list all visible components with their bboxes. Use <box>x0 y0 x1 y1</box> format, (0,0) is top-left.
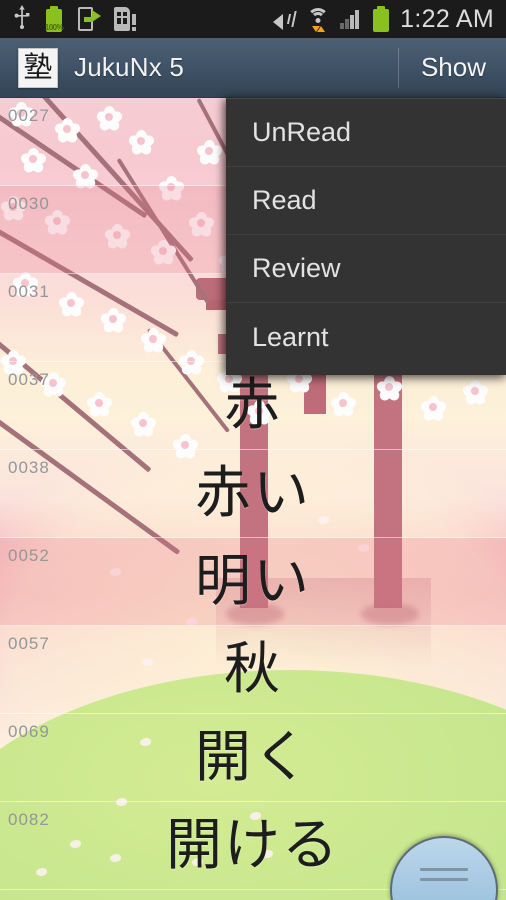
list-item[interactable]: 0069 開く <box>0 714 506 802</box>
list-item-id: 0030 <box>8 194 50 213</box>
menu-item-unread[interactable]: UnRead <box>226 99 506 167</box>
app-title: JukuNx 5 <box>74 52 184 82</box>
status-bar-left-icons: 100% <box>0 4 272 34</box>
status-bar: 100% 1:22 AM <box>0 0 506 38</box>
list-item[interactable]: 0037 赤 <box>0 362 506 450</box>
list-item[interactable]: 0052 明い <box>0 538 506 626</box>
battery-percent-label: 100% <box>44 23 64 32</box>
sd-export-icon <box>78 6 101 32</box>
app-logo-icon[interactable]: 塾 <box>18 47 58 88</box>
list-item[interactable]: 0038 赤い <box>0 450 506 538</box>
sim-card-alert-icon <box>114 6 136 32</box>
menu-item-review[interactable]: Review <box>226 235 506 303</box>
status-bar-clock: 1:22 AM <box>400 4 494 33</box>
list-item-word: 開く <box>195 725 311 790</box>
menu-item-read[interactable]: Read <box>226 167 506 235</box>
app-screen: 100% 1:22 AM 塾 JukuNx 5 Show 0027 0030 0… <box>0 0 506 900</box>
show-menu-button[interactable]: Show <box>399 38 506 98</box>
menu-item-learnt[interactable]: Learnt <box>226 303 506 371</box>
mute-icon <box>272 8 297 30</box>
status-bar-right-icons: 1:22 AM <box>272 5 506 34</box>
show-dropdown-menu[interactable]: UnRead Read Review Learnt <box>226 98 506 375</box>
list-item[interactable]: 0057 秋 <box>0 626 506 714</box>
wifi-icon <box>306 7 330 32</box>
list-item-word: 赤 <box>224 373 282 438</box>
list-item-word: 赤い <box>195 461 311 526</box>
action-bar: 塾 JukuNx 5 Show <box>0 38 506 98</box>
list-item-word: 秋 <box>224 637 282 702</box>
list-lines-icon <box>420 868 468 888</box>
battery-100-icon: 100% <box>44 6 64 32</box>
signal-bars-icon <box>340 9 362 29</box>
battery-icon <box>372 6 390 32</box>
list-item-word: 明い <box>195 549 311 614</box>
usb-icon <box>14 4 30 34</box>
